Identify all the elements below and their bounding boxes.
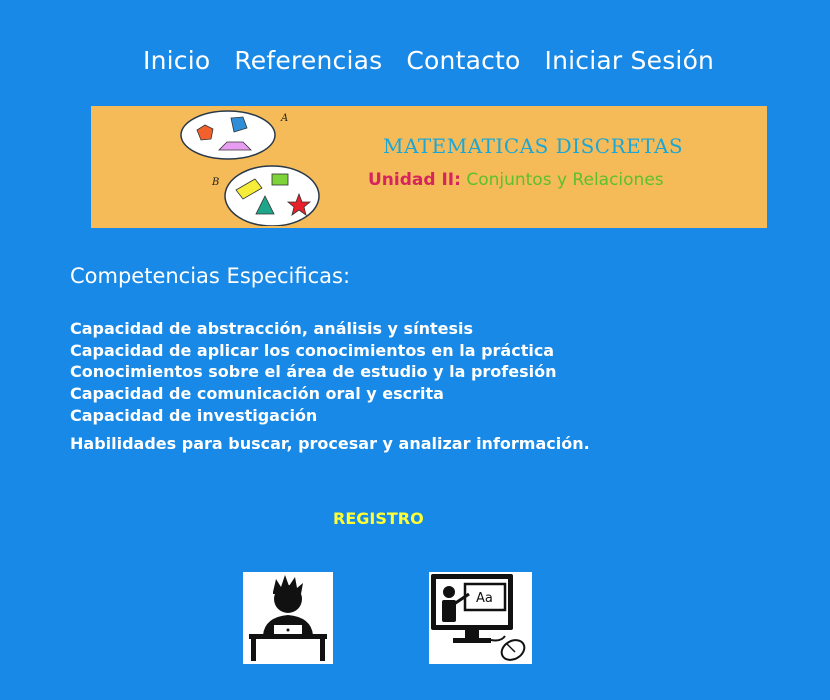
banner-topic: Conjuntos y Relaciones [466, 170, 664, 190]
banner-unit: Unidad II: [368, 170, 461, 190]
competencia-item: Capacidad de comunicación oral y escrita [70, 384, 444, 404]
header-banner: A B MATEMATICAS DISCRETAS Unidad II: Con… [91, 106, 767, 228]
registro-label[interactable]: REGISTRO [333, 509, 424, 528]
competencia-item: Capacidad de aplicar los conocimientos e… [70, 340, 555, 360]
competencia-item: Habilidades para buscar, procesar y anal… [70, 433, 590, 453]
nav-iniciar-sesion[interactable]: Iniciar Sesión [545, 46, 715, 75]
competencia-item: Capacidad de abstracción, análisis y sín… [70, 319, 473, 338]
student-tile[interactable] [243, 572, 333, 664]
banner-title: MATEMATICAS DISCRETAS [383, 134, 684, 158]
nav-referencias[interactable]: Referencias [234, 46, 382, 75]
competencia-item: Conocimientos sobre el área de estudio y… [70, 362, 557, 382]
main-nav: Inicio Referencias Contacto Iniciar Sesi… [143, 46, 738, 75]
competencias-list: Capacidad de abstracción, análisis y sín… [70, 318, 590, 454]
set-a-label: A [280, 113, 288, 124]
nav-contacto[interactable]: Contacto [406, 46, 520, 75]
sets-illustration-icon: A B [180, 110, 320, 226]
teacher-screen-icon: Aa [431, 574, 526, 661]
screen-text: Aa [476, 591, 493, 606]
banner-subtitle: Unidad II: Conjuntos y Relaciones [368, 170, 664, 190]
competencia-item: Capacidad de investigación [70, 405, 318, 425]
student-laptop-icon [249, 575, 327, 661]
competencias-heading: Competencias Especificas: [70, 264, 351, 288]
nav-inicio[interactable]: Inicio [143, 46, 210, 75]
teacher-tile[interactable]: Aa [429, 572, 532, 664]
set-b-label: B [211, 177, 219, 188]
